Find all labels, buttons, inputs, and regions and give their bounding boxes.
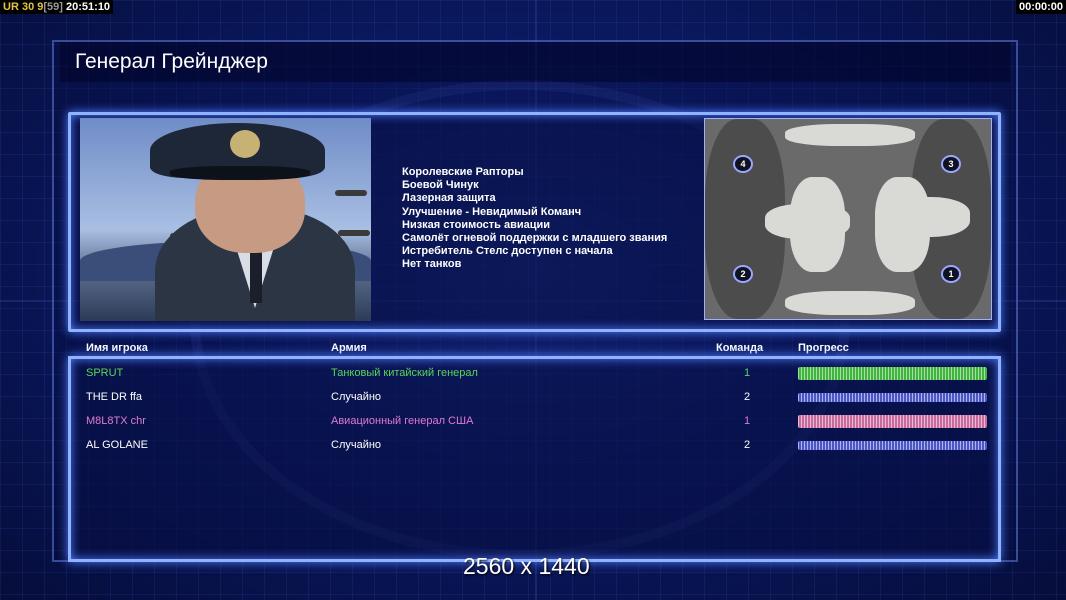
table-row: M8L8TX chr Авиационный генерал США 1	[0, 412, 1066, 432]
player-team: 1	[744, 367, 751, 379]
player-army: Случайно	[331, 391, 382, 403]
perk-item: Лазерная защита	[402, 192, 496, 205]
perk-item: Королевские Рапторы	[402, 166, 524, 178]
perk-item: Боевой Чинук	[402, 179, 479, 192]
general-portrait	[80, 118, 371, 321]
player-army: Авиационный генерал США	[331, 415, 474, 427]
header-army: Армия	[331, 342, 367, 354]
general-perks-list: Королевские Рапторы Боевой Чинук Лазерна…	[402, 166, 667, 272]
player-name: THE DR ffa	[86, 391, 143, 403]
header-team: Команда	[716, 342, 764, 354]
progress-bar	[798, 441, 987, 450]
table-row: THE DR ffa Случайно 2	[0, 388, 1066, 408]
perk-item: Истребитель Стелс доступен с начала	[402, 245, 613, 258]
helicopter-icon	[338, 230, 370, 236]
hud-prefix: UR	[3, 1, 19, 13]
hud-value-a: 30	[21, 1, 35, 13]
hud-clock: 20:51:10	[66, 1, 111, 13]
hud-status-left: UR 30 9[59] 20:51:10	[0, 0, 114, 14]
resolution-watermark: 2560 x 1440	[463, 553, 590, 579]
player-name: M8L8TX chr	[86, 415, 146, 427]
cap-badge-icon	[230, 130, 260, 158]
player-team: 2	[744, 391, 751, 403]
spawn-marker-1: 1	[941, 265, 961, 283]
perk-item: Низкая стоимость авиации	[402, 218, 551, 231]
player-army: Танковый китайский генерал	[331, 367, 478, 379]
player-team: 2	[744, 439, 751, 451]
progress-bar	[798, 367, 987, 380]
players-table	[68, 356, 1001, 562]
spawn-marker-4: 4	[733, 155, 753, 173]
helicopter-icon	[335, 190, 367, 196]
hud-value-c: [59]	[43, 1, 63, 13]
general-title: Генерал Грейнджер	[75, 50, 268, 73]
table-row: AL GOLANE Случайно 2	[0, 436, 1066, 456]
progress-bar	[798, 415, 987, 428]
player-army: Случайно	[331, 439, 382, 451]
hud-timer: 00:00:00	[1015, 0, 1066, 14]
player-name: AL GOLANE	[86, 439, 148, 451]
perk-item: Самолёт огневой поддержки с младшего зва…	[402, 232, 668, 245]
player-name: SPRUT	[86, 367, 124, 379]
perk-item: Нет танков	[402, 258, 462, 271]
header-player-name: Имя игрока	[86, 342, 148, 354]
header-progress: Прогресс	[798, 342, 849, 354]
table-row: SPRUT Танковый китайский генерал 1	[0, 364, 1066, 384]
spawn-marker-2: 2	[733, 265, 753, 283]
progress-bar	[798, 393, 987, 402]
minimap: 4 3 2 1	[704, 118, 992, 320]
perk-item: Улучшение - Невидимый Команч	[402, 205, 582, 218]
spawn-marker-3: 3	[941, 155, 961, 173]
player-team: 1	[744, 415, 751, 427]
